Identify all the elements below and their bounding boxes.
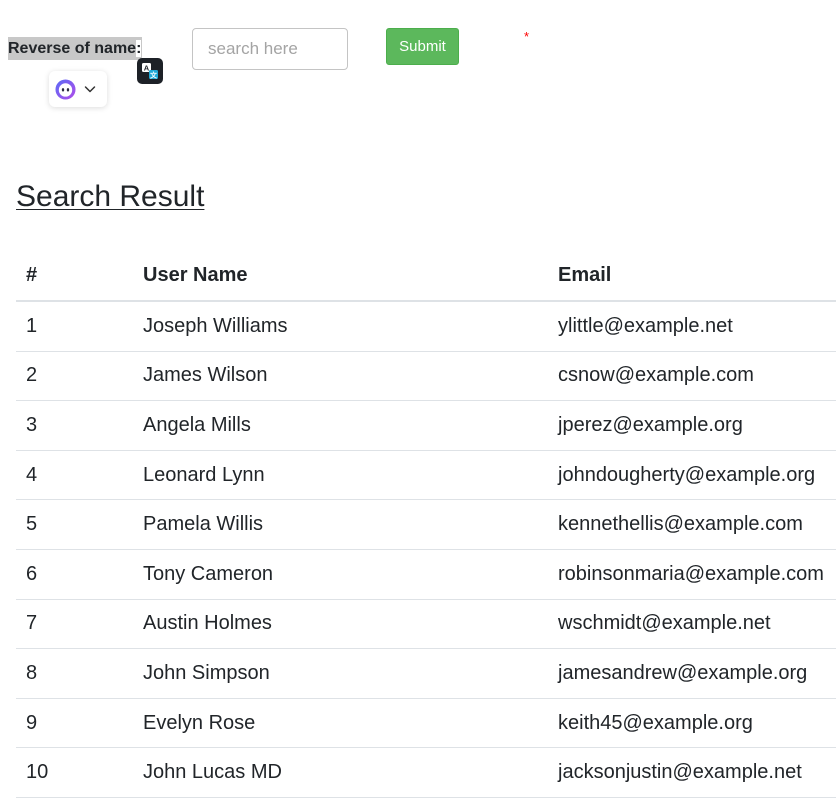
row-number: 10 [16,747,133,798]
row-user-name: James Wilson [133,351,548,402]
table-row: 1 Joseph Williams ylittle@example.net [16,301,836,352]
assistant-extension-widget[interactable] [49,71,107,107]
row-number: 9 [16,698,133,749]
translate-glyph-icon: A 文 [142,63,158,80]
table-row: 2 James Wilson csnow@example.com [16,351,836,402]
row-number: 3 [16,400,133,451]
row-user-name: Leonard Lynn [133,450,548,501]
table-row: 8 John Simpson jamesandrew@example.org [16,648,836,699]
table-row: 3 Angela Mills jperez@example.org [16,400,836,451]
row-number: 7 [16,599,133,650]
table-row: 10 John Lucas MD jacksonjustin@example.n… [16,747,836,798]
row-user-name: Angela Mills [133,400,548,451]
row-number: 2 [16,351,133,402]
required-marker: * [524,29,530,44]
row-user-name: John Simpson [133,648,548,699]
submit-button[interactable]: Submit [386,28,459,65]
table-header-row: # User Name Email [16,251,836,302]
row-email: johndougherty@example.org [548,450,836,501]
reverse-name-label: Reverse of name: [8,37,143,60]
results-table-body: 1 Joseph Williams ylittle@example.net 2 … [16,301,836,798]
svg-text:文: 文 [150,71,158,80]
column-header-user-name: User Name [133,251,548,302]
row-email: jamesandrew@example.org [548,648,836,699]
row-user-name: Pamela Willis [133,499,548,550]
row-user-name: Tony Cameron [133,549,548,600]
reverse-name-label-text: Reverse of name [8,40,137,57]
svg-text:A: A [144,64,150,73]
row-number: 5 [16,499,133,550]
row-email: ylittle@example.net [548,301,836,352]
table-row: 4 Leonard Lynn johndougherty@example.org [16,450,836,501]
row-email: robinsonmaria@example.com [548,549,836,600]
row-email: kennethellis@example.com [548,499,836,550]
row-number: 1 [16,301,133,352]
column-header-email: Email [548,251,836,302]
table-row: 9 Evelyn Rose keith45@example.org [16,698,836,749]
row-number: 4 [16,450,133,501]
row-number: 6 [16,549,133,600]
table-row: 7 Austin Holmes wschmidt@example.net [16,599,836,650]
row-email: csnow@example.com [548,351,836,402]
row-user-name: Evelyn Rose [133,698,548,749]
column-header-number: # [16,251,133,302]
table-row: 5 Pamela Willis kennethellis@example.com [16,499,836,550]
row-email: keith45@example.org [548,698,836,749]
row-user-name: John Lucas MD [133,747,548,798]
row-user-name: Joseph Williams [133,301,548,352]
assistant-logo-icon [55,78,76,100]
search-result-title: Search Result [16,180,205,213]
results-table-head: # User Name Email [16,251,836,302]
row-email: jacksonjustin@example.net [548,747,836,798]
reverse-name-label-colon: : [136,40,142,57]
row-number: 8 [16,648,133,699]
row-user-name: Austin Holmes [133,599,548,650]
results-table: # User Name Email 1 Joseph Williams ylit… [16,251,836,798]
table-row: 6 Tony Cameron robinsonmaria@example.com [16,549,836,600]
translate-icon[interactable]: A 文 [137,58,163,84]
row-email: wschmidt@example.net [548,599,836,650]
chevron-down-icon [84,86,96,93]
search-input[interactable] [192,28,348,70]
row-email: jperez@example.org [548,400,836,451]
